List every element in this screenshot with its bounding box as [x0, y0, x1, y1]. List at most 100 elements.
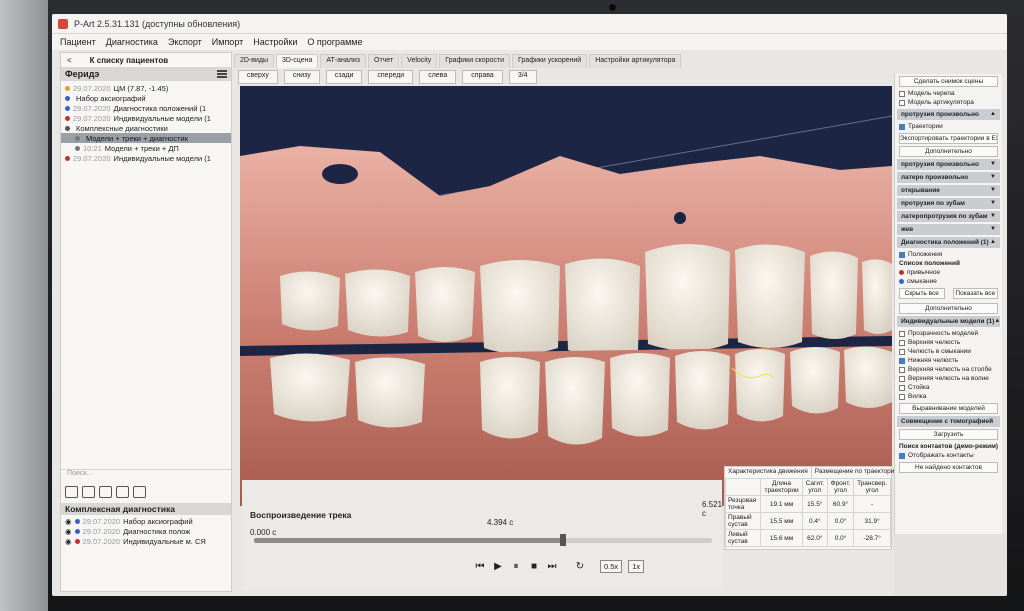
pause-icon[interactable]: ⏸ — [510, 561, 522, 573]
checkbox[interactable] — [899, 357, 905, 364]
loop-icon[interactable]: ↻ — [574, 561, 586, 573]
tree-item-selected[interactable]: Модели + треки + диагностик — [61, 133, 231, 143]
more-button[interactable]: Дополнительно — [899, 146, 998, 157]
tree-item[interactable]: 29.07.2020 Индивидуальные модели (1 — [61, 113, 231, 123]
list-item[interactable]: ◉ 29.07.2020 Набор аксиографий — [61, 516, 231, 526]
model-checkbox[interactable]: Верхняя челюсть на столбе — [895, 365, 1002, 374]
tab-acceleration-graphs[interactable]: Графики ускорений — [512, 54, 588, 68]
model-checkbox[interactable]: Прозрачность моделей — [895, 329, 1002, 338]
tree-item[interactable]: 29.07.2020 ЦМ (7.87, -1.45) — [61, 83, 231, 93]
list-item[interactable]: ◉ 29.07.2020 Диагностика полож — [61, 526, 231, 536]
back-arrow-icon[interactable]: < — [67, 56, 72, 65]
add-complex-icon[interactable] — [82, 486, 95, 498]
align-models-button[interactable]: Выравнивание моделей — [899, 403, 998, 414]
eye-icon[interactable]: ◉ — [65, 527, 72, 536]
tab-trajectory-placement[interactable]: Размещение по траектории — [812, 467, 903, 478]
model-checkbox[interactable]: Челюсть в смыкании — [895, 347, 1002, 356]
section-protrusion[interactable]: протрузия произвольно ▼ — [897, 159, 1000, 170]
trajectories-checkbox[interactable]: Траектории — [895, 122, 1002, 131]
menu-diagnostics[interactable]: Диагностика — [106, 37, 158, 47]
screenshot-button[interactable]: Сделать снимок сцены — [899, 76, 998, 87]
model-checkbox[interactable]: Верхняя челюсть — [895, 338, 1002, 347]
menu-patient[interactable]: Пациент — [60, 37, 96, 47]
skull-model-checkbox[interactable]: Модель черепа — [895, 89, 1002, 98]
load-button[interactable]: Загрузить — [899, 429, 998, 440]
tree-item[interactable]: 29.07.2020 Индивидуальные модели (1 — [61, 153, 231, 163]
menu-about[interactable]: О программе — [307, 37, 362, 47]
add-diagnostic-icon[interactable] — [65, 486, 78, 498]
tab-speed-graphs[interactable]: Графики скорости — [439, 54, 511, 68]
section-tomography[interactable]: Совмещение с томографией — [897, 416, 1000, 427]
sort-icon[interactable] — [99, 486, 112, 498]
hide-all-button[interactable]: Скрыть все — [899, 288, 945, 299]
positions-checkbox[interactable]: Положения — [895, 250, 1002, 259]
view-top-button[interactable]: сверху — [238, 70, 278, 84]
checkbox[interactable] — [899, 348, 905, 355]
speed-normal-button[interactable]: 1x — [628, 560, 645, 573]
tab-2d[interactable]: 2D-виды — [234, 54, 275, 68]
model-checkbox[interactable]: Верхняя челюсть на волне — [895, 374, 1002, 383]
model-checkbox[interactable]: Стойка — [895, 383, 1002, 392]
checkbox[interactable] — [899, 393, 905, 400]
view-three-quarter-button[interactable]: 3/4 — [508, 70, 537, 84]
section-individual-models[interactable]: Индивидуальные модели (1) ▲ — [897, 316, 1000, 327]
model-checkbox[interactable]: Нижняя челюсть — [895, 356, 1002, 365]
tree-item[interactable]: Комплексные диагностики — [61, 123, 231, 133]
checkbox[interactable] — [899, 123, 905, 130]
tree-item[interactable]: 10:21 Модели + треки + ДП — [61, 143, 231, 153]
view-right-button[interactable]: справа — [462, 70, 503, 84]
tree-item[interactable]: Набор аксиографий — [61, 93, 231, 103]
tree-item[interactable]: 29.07.2020 Диагностика положений (1 — [61, 103, 231, 113]
model-checkbox[interactable]: Вилка — [895, 392, 1002, 401]
skip-forward-icon[interactable]: ⏭ — [546, 561, 558, 573]
track-slider[interactable] — [254, 534, 712, 546]
export-excel-button[interactable]: Экспортировать траектории в Excel — [899, 133, 998, 144]
section-chewing[interactable]: жев ▼ — [897, 224, 1000, 235]
show-all-button[interactable]: Показать все — [952, 288, 998, 299]
list-item[interactable]: ◉ 29.07.2020 Индивидуальные м. СЯ — [61, 536, 231, 546]
tab-3d-scene[interactable]: 3D-сцена — [276, 54, 319, 68]
checkbox[interactable] — [899, 330, 905, 337]
play-icon[interactable]: ▶ — [492, 561, 504, 573]
tab-velocity[interactable]: Velocity — [401, 54, 438, 68]
tree-search-input[interactable]: Поиск... — [61, 469, 231, 481]
speed-half-button[interactable]: 0.5x — [600, 560, 623, 573]
view-bottom-button[interactable]: снизу — [283, 70, 320, 84]
copy-icon[interactable] — [133, 486, 146, 498]
tab-motion-characteristics[interactable]: Характеристика движения — [725, 467, 812, 478]
menu-settings[interactable]: Настройки — [253, 37, 297, 47]
view-left-button[interactable]: слева — [419, 70, 457, 84]
section-protrusion-teeth[interactable]: протрузия по зубам ▼ — [897, 198, 1000, 209]
eye-icon[interactable]: ◉ — [65, 537, 72, 546]
checkbox[interactable] — [899, 452, 905, 459]
articulator-model-checkbox[interactable]: Модель артикулятора — [895, 98, 1002, 107]
section-opening[interactable]: открывание ▼ — [897, 185, 1000, 196]
checkbox[interactable] — [899, 339, 905, 346]
checkbox[interactable] — [899, 375, 905, 382]
3d-viewport[interactable] — [240, 86, 892, 506]
section-position-diagnostics[interactable]: Диагностика положений (1) ▲ — [897, 237, 1000, 248]
tab-report[interactable]: Отчет — [368, 54, 400, 68]
checkbox[interactable] — [899, 99, 905, 106]
view-back-button[interactable]: сзади — [325, 70, 363, 84]
tab-articulator-settings[interactable]: Настройки артикулятора — [589, 54, 682, 68]
position-item[interactable]: смыкание — [895, 277, 1002, 286]
tab-at-analysis[interactable]: АТ-анализ — [320, 54, 366, 68]
checkbox[interactable] — [899, 251, 905, 258]
section-lateroprotrusion-teeth[interactable]: латеропротрузия по зубам ▼ — [897, 211, 1000, 222]
show-contacts-checkbox[interactable]: Отображать контакты — [895, 451, 1002, 460]
skip-back-icon[interactable]: ⏮ — [474, 561, 486, 573]
checkbox[interactable] — [899, 366, 905, 373]
eye-icon[interactable]: ◉ — [65, 517, 72, 526]
position-item[interactable]: привычное — [895, 268, 1002, 277]
section-protrusion-free[interactable]: протрузия произвольно ▲ — [897, 109, 1000, 120]
list-icon[interactable] — [116, 486, 129, 498]
menu-import[interactable]: Импорт — [212, 37, 243, 47]
back-to-list-link[interactable]: К списку пациентов — [90, 56, 168, 65]
view-front-button[interactable]: спереди — [368, 70, 414, 84]
checkbox[interactable] — [899, 384, 905, 391]
stop-icon[interactable]: ■ — [528, 561, 540, 573]
track-slider-handle[interactable] — [559, 534, 566, 546]
checkbox[interactable] — [899, 90, 905, 97]
hamburger-menu-icon[interactable] — [217, 70, 227, 78]
